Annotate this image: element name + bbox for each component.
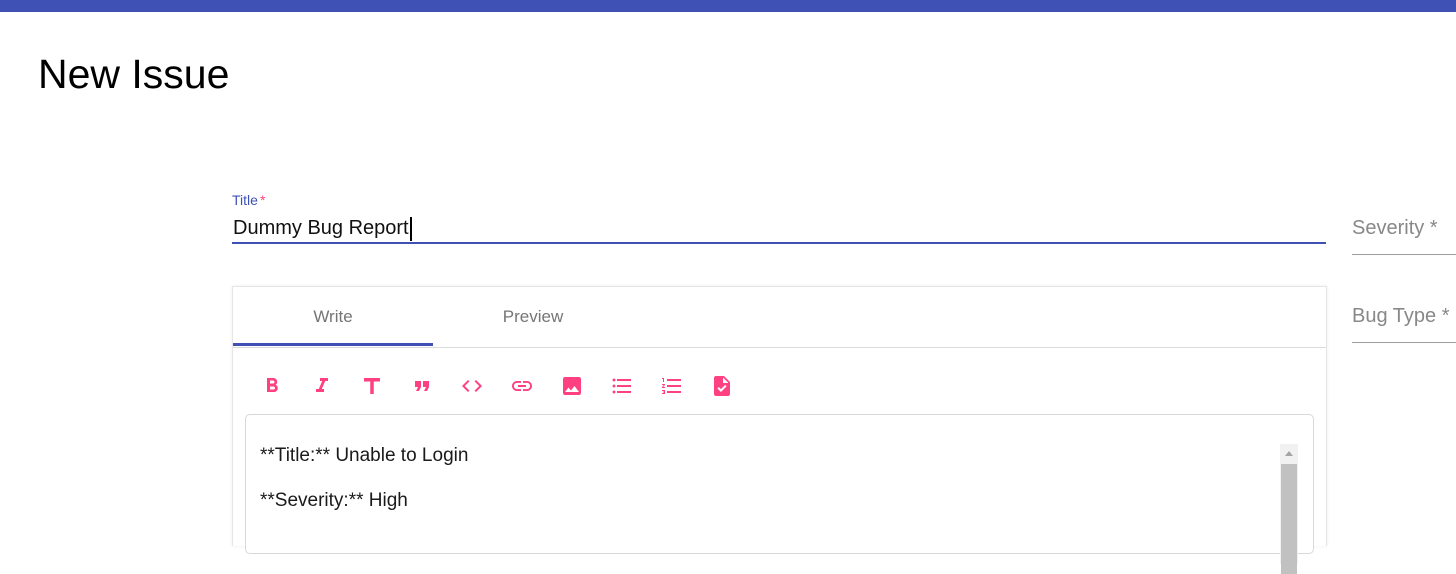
title-input[interactable] bbox=[232, 214, 1326, 244]
bold-button[interactable] bbox=[257, 371, 287, 401]
active-tab-indicator bbox=[233, 343, 433, 346]
app-top-bar bbox=[0, 0, 1456, 12]
markdown-textarea[interactable]: **Title:** Unable to Login **Severity:**… bbox=[245, 414, 1314, 574]
severity-underline bbox=[1352, 254, 1456, 255]
editor-tabs: Write Preview bbox=[233, 287, 1326, 348]
severity-placeholder: Severity * bbox=[1352, 217, 1438, 239]
link-button[interactable] bbox=[507, 371, 537, 401]
bug-type-underline bbox=[1352, 342, 1456, 343]
image-button[interactable] bbox=[557, 371, 587, 401]
title-label: Title * bbox=[232, 192, 266, 208]
checked-list-icon bbox=[714, 376, 730, 396]
title-field: Title * bbox=[232, 190, 1326, 250]
textarea-scrollbar[interactable] bbox=[1280, 444, 1298, 574]
checked-list-button[interactable] bbox=[707, 371, 737, 401]
quote-button[interactable] bbox=[407, 371, 437, 401]
scroll-up-arrow-icon[interactable] bbox=[1285, 451, 1293, 456]
image-icon bbox=[563, 377, 581, 395]
link-icon bbox=[512, 381, 532, 391]
quote-icon bbox=[415, 381, 429, 391]
unordered-list-icon bbox=[612, 378, 631, 394]
code-button[interactable] bbox=[457, 371, 487, 401]
markdown-editor: Write Preview **Title:** Unable to Login… bbox=[232, 286, 1327, 574]
ordered-list-button[interactable] bbox=[657, 371, 687, 401]
text-cursor bbox=[410, 217, 412, 241]
content-line: **Severity:** High bbox=[260, 490, 408, 511]
heading-button[interactable] bbox=[357, 371, 387, 401]
tab-preview[interactable]: Preview bbox=[433, 287, 633, 347]
required-asterisk: * bbox=[259, 192, 266, 208]
page-title: New Issue bbox=[38, 51, 230, 97]
tab-write[interactable]: Write bbox=[233, 287, 433, 347]
bug-type-placeholder: Bug Type * bbox=[1352, 305, 1450, 327]
content-line: **Title:** Unable to Login bbox=[260, 445, 469, 466]
unordered-list-button[interactable] bbox=[607, 371, 637, 401]
heading-icon bbox=[364, 378, 380, 394]
bold-icon bbox=[267, 378, 278, 392]
italic-icon bbox=[316, 378, 328, 392]
scrollbar-thumb[interactable] bbox=[1281, 464, 1297, 574]
italic-button[interactable] bbox=[307, 371, 337, 401]
ordered-list-icon bbox=[662, 378, 681, 394]
code-icon bbox=[462, 380, 482, 392]
